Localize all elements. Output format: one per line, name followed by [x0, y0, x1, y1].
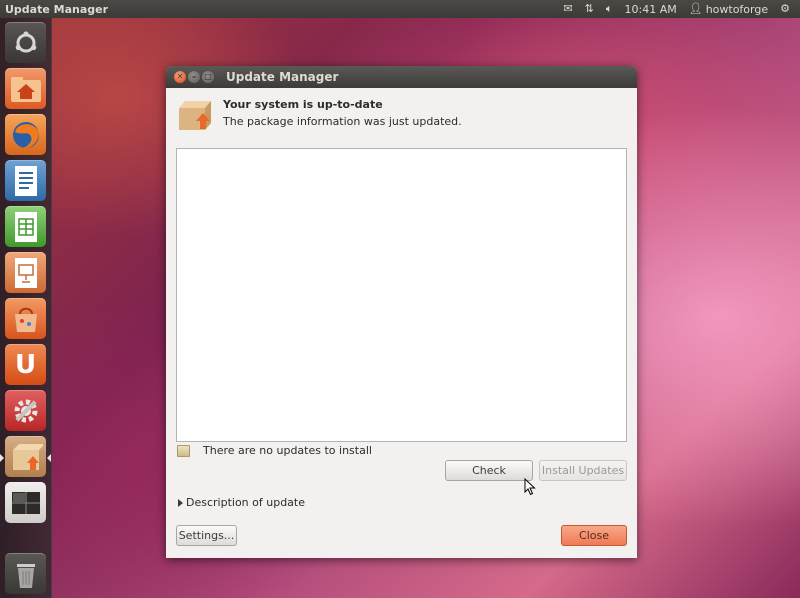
window-minimize-button[interactable]: – — [188, 71, 200, 83]
status-subheading: The package information was just updated… — [223, 115, 462, 128]
window-maximize-button[interactable]: □ — [202, 71, 214, 83]
window-close-button[interactable]: ✕ — [174, 71, 186, 83]
volume-indicator[interactable]: 🔈︎ — [600, 0, 619, 18]
expander-label: Description of update — [186, 496, 306, 509]
ubuntu-one-icon: U — [14, 349, 37, 380]
update-status-row: There are no updates to install — [177, 444, 372, 457]
package-small-icon — [177, 444, 190, 457]
launcher-item-ubuntu-one[interactable]: U — [5, 344, 46, 385]
network-indicator[interactable]: ⇅ — [579, 0, 600, 18]
status-header: Your system is up-to-date The package in… — [177, 98, 462, 132]
firefox-icon — [12, 121, 39, 148]
home-folder-icon — [10, 76, 41, 102]
launcher-focused-indicator — [47, 454, 51, 462]
launcher-item-update-manager[interactable] — [5, 436, 46, 477]
launcher: U — [0, 18, 52, 598]
launcher-item-libreoffice-impress[interactable] — [5, 252, 46, 293]
system-settings-icon — [14, 399, 37, 422]
writer-icon — [14, 165, 37, 196]
user-name: howtoforge — [705, 2, 769, 16]
session-indicator[interactable]: ⚙ — [774, 0, 796, 18]
ubuntu-logo-icon — [15, 30, 36, 52]
close-button[interactable]: Close — [561, 525, 627, 546]
update-manager-dialog: ✕ – □ Update Manager Your system is up-t… — [166, 66, 637, 558]
dialog-titlebar[interactable]: ✕ – □ Update Manager — [166, 66, 637, 88]
network-icon: ⇅ — [584, 2, 594, 15]
mouse-pointer-icon — [524, 478, 536, 496]
launcher-item-trash[interactable] — [5, 553, 46, 594]
top-panel: Update Manager ✉ ⇅ 🔈︎ 10:41 AM 👤︎ howtof… — [0, 0, 800, 18]
active-app-title: Update Manager — [5, 2, 109, 16]
settings-button[interactable]: Settings... — [176, 525, 237, 546]
calc-icon — [14, 211, 37, 242]
user-indicator[interactable]: 👤︎ howtoforge — [683, 0, 774, 18]
description-expander[interactable]: Description of update — [178, 496, 305, 509]
package-icon — [177, 98, 213, 132]
update-status-text: There are no updates to install — [203, 444, 372, 457]
user-icon: 👤︎ — [688, 2, 703, 15]
updates-list[interactable] — [176, 148, 627, 442]
launcher-item-libreoffice-calc[interactable] — [5, 206, 46, 247]
install-updates-button[interactable]: Install Updates — [539, 460, 627, 481]
status-heading: Your system is up-to-date — [223, 98, 383, 111]
launcher-item-dash-home[interactable] — [5, 22, 46, 63]
minimize-icon: – — [192, 72, 196, 81]
launcher-item-libreoffice-writer[interactable] — [5, 160, 46, 201]
launcher-item-workspace-switcher[interactable] — [5, 482, 46, 523]
window-controls: ✕ – □ — [166, 71, 226, 83]
launcher-item-software-center[interactable] — [5, 298, 46, 339]
volume-icon: 🔈︎ — [605, 2, 613, 15]
dialog-title: Update Manager — [226, 70, 339, 84]
clock-time: 10:41 AM — [624, 2, 677, 16]
indicator-area: ✉ ⇅ 🔈︎ 10:41 AM 👤︎ howtoforge ⚙ — [557, 0, 800, 18]
status-text-block: Your system is up-to-date The package in… — [223, 98, 462, 132]
launcher-item-home-folder[interactable] — [5, 68, 46, 109]
expander-arrow-icon — [178, 498, 183, 507]
software-center-icon — [14, 307, 37, 332]
mail-indicator[interactable]: ✉ — [557, 0, 578, 18]
trash-icon — [16, 563, 35, 588]
launcher-running-indicator — [0, 454, 4, 462]
gear-icon: ⚙ — [780, 2, 790, 15]
clock-indicator[interactable]: 10:41 AM — [619, 0, 683, 18]
update-manager-icon — [12, 443, 43, 470]
maximize-icon: □ — [204, 72, 212, 81]
launcher-item-firefox[interactable] — [5, 114, 46, 155]
check-button[interactable]: Check — [445, 460, 533, 481]
launcher-item-system-settings[interactable] — [5, 390, 46, 431]
impress-icon — [14, 257, 37, 288]
mail-icon: ✉ — [563, 2, 573, 15]
workspace-switcher-icon — [11, 491, 40, 514]
close-icon: ✕ — [176, 72, 184, 81]
